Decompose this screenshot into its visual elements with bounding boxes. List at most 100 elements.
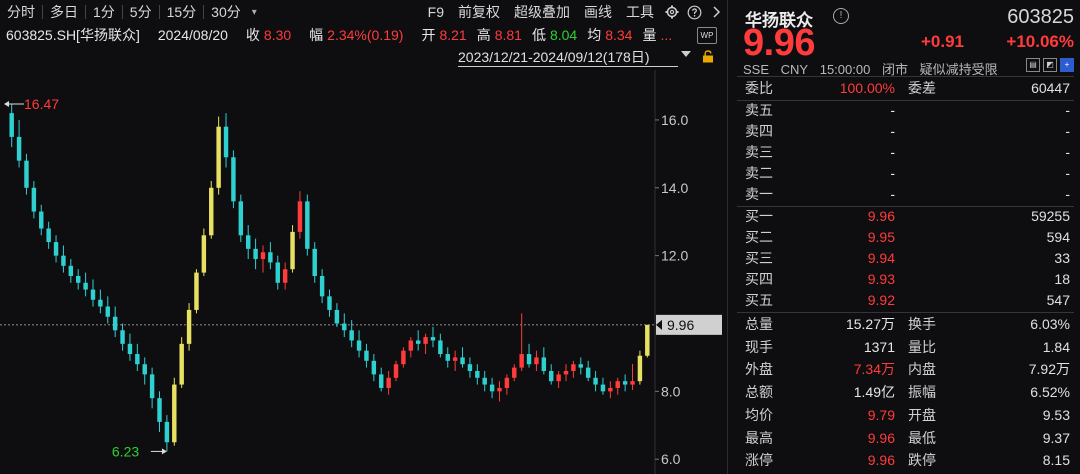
candle bbox=[142, 357, 147, 385]
ratio-label: 委比 bbox=[745, 80, 773, 96]
bid-price: 9.95 bbox=[867, 229, 895, 245]
tab-1min[interactable]: 1分 bbox=[86, 0, 122, 24]
tools-button[interactable]: 工具 bbox=[619, 0, 661, 24]
quote-panel: 华扬联众 ! 603825 9.96 +0.91 +10.06% SSE CNY… bbox=[729, 0, 1080, 474]
y-tick-label: 6.0 bbox=[661, 451, 681, 467]
currency-label: CNY bbox=[780, 62, 809, 77]
list-icon[interactable]: ▤ bbox=[1026, 58, 1040, 72]
stock-code-label: 603825.SH[华扬联众] bbox=[6, 27, 140, 43]
tab-5min[interactable]: 5分 bbox=[123, 0, 159, 24]
add-icon[interactable]: + bbox=[1060, 58, 1074, 72]
draw-line-button[interactable]: 画线 bbox=[577, 0, 619, 24]
candle bbox=[282, 262, 288, 290]
ask-level-label: 卖二 bbox=[745, 165, 773, 181]
bid-price: 9.96 bbox=[867, 208, 895, 224]
candle bbox=[46, 221, 51, 249]
tab-multiday[interactable]: 多日 bbox=[43, 0, 85, 24]
kline-chart[interactable]: 16.0 14.0 12.0 8.0 6.0 9.96 16.47 6.23 bbox=[0, 70, 727, 474]
candle-body bbox=[534, 357, 539, 365]
lock-icon[interactable] bbox=[702, 50, 716, 64]
candle bbox=[209, 181, 214, 239]
min-price-label: 6.23 bbox=[112, 443, 139, 459]
min-marker-arrow bbox=[161, 448, 167, 455]
f9-button[interactable]: F9 bbox=[421, 0, 451, 24]
stat-value: 9.79 bbox=[867, 406, 895, 423]
candle-body bbox=[460, 357, 465, 365]
chevron-down-icon[interactable] bbox=[680, 48, 692, 63]
low-label: 低 bbox=[531, 27, 546, 43]
stat-label: 最高 bbox=[745, 429, 773, 446]
candle-body bbox=[645, 324, 650, 356]
candle bbox=[319, 269, 325, 304]
help-icon[interactable] bbox=[683, 1, 705, 23]
candle bbox=[622, 374, 628, 392]
candle-body bbox=[630, 381, 635, 385]
ask-volume: - bbox=[1065, 165, 1070, 181]
close-label: 收 bbox=[245, 27, 260, 43]
candle bbox=[467, 357, 473, 378]
candle bbox=[460, 347, 465, 368]
candle-body bbox=[482, 377, 487, 385]
candle bbox=[179, 337, 184, 388]
candle-body bbox=[504, 377, 510, 388]
ask-row: 卖四 - - bbox=[745, 121, 1070, 142]
candle bbox=[290, 225, 295, 273]
candle bbox=[98, 289, 103, 314]
candle-body bbox=[120, 330, 125, 344]
candle-body bbox=[519, 354, 524, 368]
price-change: +0.91 bbox=[921, 32, 965, 51]
open-value: 8.21 bbox=[439, 27, 467, 43]
tab-30min[interactable]: 30分 bbox=[204, 0, 248, 24]
wp-icon[interactable]: WP bbox=[697, 27, 717, 44]
candle bbox=[593, 371, 598, 392]
candle bbox=[549, 364, 554, 385]
range-value: 2.34%(0.19) bbox=[327, 27, 404, 43]
candle bbox=[534, 350, 539, 371]
candle-body bbox=[245, 235, 251, 249]
y-tick-label: 14.0 bbox=[661, 180, 688, 196]
candle-body bbox=[615, 381, 620, 388]
candle-body bbox=[24, 160, 29, 188]
period-dropdown-icon[interactable]: ▾ bbox=[248, 7, 261, 18]
y-tick-label: 12.0 bbox=[661, 248, 688, 264]
stat-label: 均价 bbox=[745, 406, 773, 423]
candle-body bbox=[179, 343, 184, 385]
candle-body bbox=[201, 235, 207, 273]
tab-15min[interactable]: 15分 bbox=[160, 0, 204, 24]
panel-divider bbox=[727, 0, 728, 474]
gear-icon[interactable] bbox=[661, 1, 683, 23]
divider bbox=[737, 312, 1074, 313]
tab-intraday[interactable]: 分时 bbox=[0, 0, 42, 24]
candle-body bbox=[585, 367, 591, 378]
candle-body bbox=[127, 343, 133, 355]
candle bbox=[268, 242, 273, 270]
candle-body bbox=[415, 340, 421, 344]
volume-value: ... bbox=[660, 27, 673, 43]
candle-body bbox=[16, 136, 22, 161]
range-label: 幅 bbox=[309, 27, 324, 43]
stat-label: 内盘 bbox=[908, 361, 936, 378]
ask-level-label: 卖一 bbox=[745, 186, 773, 202]
chevron-right-icon[interactable] bbox=[705, 1, 727, 23]
candle-body bbox=[622, 381, 628, 385]
candle-body bbox=[578, 364, 584, 368]
candle-body bbox=[61, 255, 66, 266]
candle bbox=[519, 313, 524, 371]
info-icon[interactable]: ! bbox=[833, 8, 849, 24]
date-range-selector[interactable]: 2023/12/21-2024/09/12(178日) bbox=[458, 48, 678, 67]
candle bbox=[312, 242, 317, 283]
low-value: 8.04 bbox=[549, 27, 578, 43]
price-change-pct: +10.06% bbox=[1006, 32, 1074, 51]
candle-body bbox=[260, 252, 266, 260]
bookmark-icon[interactable]: ◩ bbox=[1043, 58, 1057, 72]
bid-level-label: 买二 bbox=[745, 229, 773, 245]
adjust-button[interactable]: 前复权 bbox=[451, 0, 507, 24]
restriction-label: 疑似减持受限 bbox=[919, 62, 998, 77]
candle-body bbox=[364, 350, 369, 361]
candle-body bbox=[39, 211, 44, 229]
overlay-button[interactable]: 超级叠加 bbox=[507, 0, 577, 24]
candle bbox=[238, 194, 244, 243]
max-price-label: 16.47 bbox=[24, 96, 59, 112]
candle bbox=[475, 364, 480, 385]
candle-body bbox=[305, 201, 310, 249]
